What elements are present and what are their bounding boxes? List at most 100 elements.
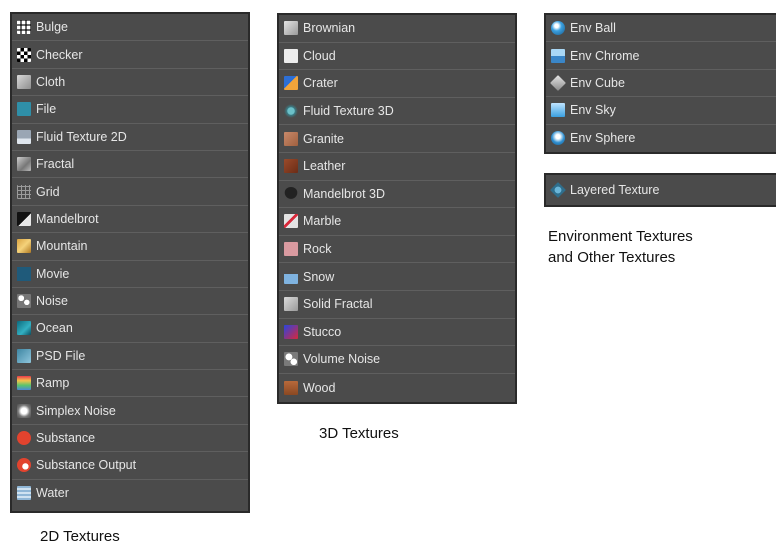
texture-item-env-sphere[interactable]: Env Sphere (546, 125, 776, 152)
texture-item-label: Env Cube (570, 75, 625, 90)
water-icon (17, 486, 31, 501)
texture-item-mandelbrot[interactable]: Mandelbrot (12, 206, 248, 234)
texture-item-label: Simplex Noise (36, 403, 116, 418)
texture-item-label: Env Sphere (570, 131, 636, 146)
stucco-icon (284, 324, 298, 339)
textures-3d-panel: Brownian Cloud Crater Fluid Texture 3D G… (277, 13, 517, 404)
mandelbrot-3d-icon (284, 186, 298, 201)
granite-icon (284, 131, 298, 146)
texture-item-label: Env Sky (570, 103, 616, 118)
texture-item-label: Solid Fractal (303, 297, 373, 312)
texture-item-fractal[interactable]: Fractal (12, 151, 248, 179)
texture-item-label: Leather (303, 159, 346, 174)
env-ball-icon (551, 21, 565, 36)
leather-icon (284, 159, 298, 174)
texture-item-env-cube[interactable]: Env Cube (546, 70, 776, 98)
texture-item-label: Grid (36, 184, 60, 199)
texture-item-bulge[interactable]: Bulge (12, 14, 248, 42)
texture-item-water[interactable]: Water (12, 480, 248, 507)
texture-item-crater[interactable]: Crater (279, 70, 515, 98)
fluid-texture-3d-icon (284, 104, 298, 119)
movie-icon (17, 266, 31, 281)
texture-item-label: Bulge (36, 20, 68, 35)
texture-item-label: Mandelbrot 3D (303, 186, 385, 201)
texture-item-label: Fluid Texture 2D (36, 129, 127, 144)
texture-item-wood[interactable]: Wood (279, 374, 515, 402)
texture-item-simplex-noise[interactable]: Simplex Noise (12, 397, 248, 425)
texture-item-label: Env Ball (570, 21, 616, 36)
texture-item-env-chrome[interactable]: Env Chrome (546, 42, 776, 70)
env-cube-icon (550, 75, 566, 91)
texture-item-volume-noise[interactable]: Volume Noise (279, 346, 515, 374)
texture-item-rock[interactable]: Rock (279, 236, 515, 264)
texture-item-label: Granite (303, 131, 344, 146)
env-sky-icon (551, 103, 565, 118)
texture-item-label: Volume Noise (303, 352, 381, 367)
texture-item-snow[interactable]: Snow (279, 263, 515, 291)
texture-item-granite[interactable]: Granite (279, 125, 515, 153)
texture-item-movie[interactable]: Movie (12, 261, 248, 288)
fluid-texture-2d-icon (17, 129, 31, 144)
texture-item-ramp[interactable]: Ramp (12, 370, 248, 398)
texture-item-fluid-texture-3d[interactable]: Fluid Texture 3D (279, 98, 515, 126)
texture-item-label: Stucco (303, 324, 342, 339)
volume-noise-icon (284, 352, 298, 367)
texture-item-mountain[interactable]: Mountain (12, 233, 248, 261)
texture-item-label: Substance (36, 431, 96, 446)
texture-item-marble[interactable]: Marble (279, 208, 515, 236)
texture-item-psd-file[interactable]: PSD File (12, 343, 248, 371)
caption-line-2: and Other Textures (548, 249, 676, 266)
texture-item-label: Env Chrome (570, 48, 640, 63)
texture-item-label: Cloth (36, 74, 66, 89)
caption-line-1: Environment Textures (548, 228, 693, 245)
mountain-icon (17, 239, 31, 254)
environment-textures-panel: Env Ball Env Chrome Env Cube Env Sky Env… (544, 13, 776, 154)
checker-icon (17, 47, 31, 62)
texture-item-label: Movie (36, 266, 70, 281)
texture-item-file[interactable]: File (12, 96, 248, 124)
wood-icon (284, 380, 298, 395)
psd-file-icon (17, 348, 31, 363)
cloth-icon (17, 74, 31, 89)
texture-item-layered-texture[interactable]: Layered Texture (546, 175, 776, 205)
texture-item-label: Ocean (36, 321, 73, 336)
marble-icon (284, 214, 298, 229)
texture-item-env-sky[interactable]: Env Sky (546, 97, 776, 125)
texture-item-leather[interactable]: Leather (279, 153, 515, 181)
texture-item-label: Brownian (303, 21, 356, 36)
texture-item-label: Wood (303, 380, 336, 395)
other-textures-panel: Layered Texture (544, 173, 776, 207)
caption-environment-and-other-textures: Environment Textures and Other Textures (548, 226, 693, 268)
texture-item-label: Ramp (36, 376, 70, 391)
texture-item-fluid-texture-2d[interactable]: Fluid Texture 2D (12, 124, 248, 151)
texture-item-brownian[interactable]: Brownian (279, 15, 515, 43)
fractal-icon (17, 157, 31, 172)
env-chrome-icon (551, 48, 565, 63)
texture-item-label: PSD File (36, 348, 86, 363)
layered-texture-icon (550, 182, 566, 198)
simplex-noise-icon (17, 403, 31, 418)
texture-item-label: Mandelbrot (36, 211, 99, 226)
texture-item-substance-output[interactable]: Substance Output (12, 452, 248, 480)
texture-item-env-ball[interactable]: Env Ball (546, 15, 776, 43)
noise-icon (17, 294, 31, 309)
rock-icon (284, 242, 298, 257)
grid-icon (17, 184, 31, 199)
brownian-icon (284, 21, 298, 36)
texture-item-cloth[interactable]: Cloth (12, 69, 248, 97)
texture-item-label: Checker (36, 47, 83, 62)
texture-item-mandelbrot-3d[interactable]: Mandelbrot 3D (279, 181, 515, 209)
texture-item-cloud[interactable]: Cloud (279, 43, 515, 71)
texture-item-grid[interactable]: Grid (12, 178, 248, 206)
texture-item-ocean[interactable]: Ocean (12, 315, 248, 343)
texture-item-checker[interactable]: Checker (12, 41, 248, 69)
texture-item-noise[interactable]: Noise (12, 288, 248, 316)
crater-icon (284, 76, 298, 91)
texture-item-solid-fractal[interactable]: Solid Fractal (279, 291, 515, 319)
cloud-icon (284, 48, 298, 63)
texture-item-label: Snow (303, 269, 335, 284)
texture-item-stucco[interactable]: Stucco (279, 319, 515, 347)
snow-icon (284, 269, 298, 284)
texture-item-label: Mountain (36, 239, 88, 254)
texture-item-substance[interactable]: Substance (12, 425, 248, 453)
